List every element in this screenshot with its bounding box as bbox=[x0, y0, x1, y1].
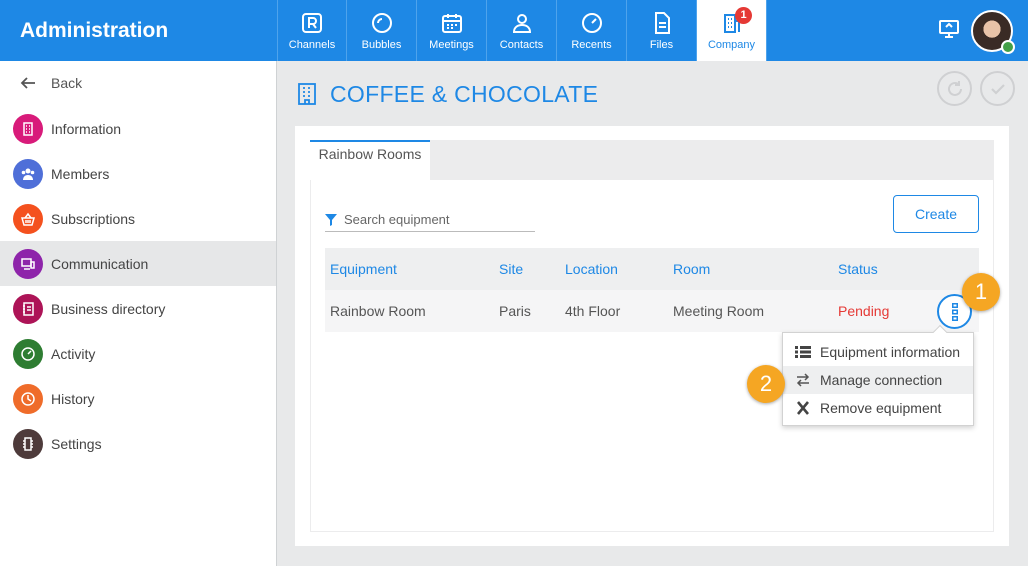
sidebar-item-communication[interactable]: Communication bbox=[0, 241, 276, 286]
menu-item-remove-equipment[interactable]: Remove equipment bbox=[783, 394, 973, 422]
list-icon bbox=[795, 346, 811, 358]
menu-item-label: Remove equipment bbox=[820, 400, 942, 416]
company-building-icon bbox=[298, 83, 316, 105]
refresh-button[interactable] bbox=[937, 71, 972, 106]
sidebar-item-activity[interactable]: Activity bbox=[0, 331, 276, 376]
table-header: Equipment Site Location Room Status bbox=[325, 248, 979, 290]
members-icon bbox=[13, 158, 43, 189]
sidebar-item-label: Subscriptions bbox=[51, 210, 136, 227]
sidebar-item-history[interactable]: History bbox=[0, 376, 276, 421]
content-card: Rainbow Rooms Search equipment Create Eq… bbox=[295, 126, 1009, 546]
contacts-icon bbox=[512, 14, 531, 33]
settings-icon bbox=[13, 428, 43, 459]
tab-rainbow-rooms[interactable]: Rainbow Rooms bbox=[310, 140, 430, 180]
tab-bar: Rainbow Rooms bbox=[310, 140, 994, 180]
channels-icon bbox=[302, 13, 322, 33]
nav-recents[interactable]: Recents bbox=[557, 0, 627, 61]
nav-contacts[interactable]: Contacts bbox=[487, 0, 557, 61]
sidebar-item-label: Business directory bbox=[51, 300, 166, 317]
app-title: Administration bbox=[20, 19, 169, 42]
bubbles-icon bbox=[371, 13, 392, 33]
kebab-menu-icon bbox=[951, 302, 958, 321]
step-callout-1: 1 bbox=[962, 273, 1000, 311]
nav-label: Contacts bbox=[499, 39, 544, 51]
sidebar-item-members[interactable]: Members bbox=[0, 151, 276, 196]
search-equipment-field[interactable]: Search equipment bbox=[325, 208, 535, 232]
page-title: COFFEE & CHOCOLATE bbox=[330, 80, 599, 107]
menu-item-label: Equipment information bbox=[820, 344, 961, 360]
column-location[interactable]: Location bbox=[565, 248, 618, 290]
basket-icon bbox=[13, 203, 43, 234]
sidebar-item-subscriptions[interactable]: Subscriptions bbox=[0, 196, 276, 241]
arrow-left-icon bbox=[20, 77, 35, 89]
sidebar-item-label: Settings bbox=[51, 435, 102, 452]
nav-label: Meetings bbox=[429, 39, 474, 51]
cell-room: Meeting Room bbox=[673, 303, 765, 319]
calendar-icon bbox=[441, 14, 462, 33]
history-clock-icon bbox=[13, 383, 43, 414]
sidebar-item-label: Communication bbox=[51, 255, 149, 272]
swap-arrows-icon bbox=[796, 373, 810, 387]
nav-label: Recents bbox=[571, 39, 612, 51]
filter-icon bbox=[325, 213, 337, 226]
sidebar-item-label: Activity bbox=[51, 345, 96, 362]
user-avatar[interactable] bbox=[971, 10, 1015, 54]
nav-meetings[interactable]: Meetings bbox=[417, 0, 487, 61]
cell-location: 4th Floor bbox=[565, 303, 621, 319]
nav-company[interactable]: Company 1 bbox=[697, 0, 767, 61]
sidebar-item-label: Information bbox=[51, 120, 122, 137]
gauge-icon bbox=[13, 338, 43, 369]
row-actions-menu: Equipment information Manage connection … bbox=[782, 324, 974, 426]
sidebar-item-label: Members bbox=[51, 165, 110, 182]
table-row[interactable]: Rainbow Room Paris 4th Floor Meeting Roo… bbox=[325, 290, 979, 332]
cell-equipment: Rainbow Room bbox=[330, 303, 426, 319]
x-icon bbox=[797, 401, 809, 415]
status-badge: Pending bbox=[838, 303, 890, 319]
menu-item-label: Manage connection bbox=[820, 372, 943, 388]
admin-sidebar: Back Information Members Subscriptions C… bbox=[0, 61, 277, 566]
cell-site: Paris bbox=[499, 303, 531, 319]
sidebar-item-settings[interactable]: Settings bbox=[0, 421, 276, 466]
column-site[interactable]: Site bbox=[499, 248, 523, 290]
back-link[interactable]: Back bbox=[20, 73, 82, 93]
top-header: Administration Channels Bubbles Meetings… bbox=[0, 0, 1028, 61]
sidebar-item-business-directory[interactable]: Business directory bbox=[0, 286, 276, 331]
sidebar-item-information[interactable]: Information bbox=[0, 106, 276, 151]
nav-files[interactable]: Files bbox=[627, 0, 697, 61]
column-status[interactable]: Status bbox=[838, 248, 878, 290]
nav-label: Company bbox=[707, 39, 756, 51]
nav-bubbles[interactable]: Bubbles bbox=[347, 0, 417, 61]
page-header: COFFEE & CHOCOLATE bbox=[296, 80, 598, 108]
nav-label: Files bbox=[649, 39, 674, 51]
refresh-icon bbox=[947, 80, 962, 96]
search-placeholder: Search equipment bbox=[344, 212, 450, 227]
screen-share-icon[interactable] bbox=[938, 19, 960, 39]
main-nav: Channels Bubbles Meetings Contacts Recen… bbox=[277, 0, 767, 61]
confirm-button[interactable] bbox=[980, 71, 1015, 106]
column-room[interactable]: Room bbox=[673, 248, 710, 290]
create-button[interactable]: Create bbox=[893, 195, 979, 233]
column-equipment[interactable]: Equipment bbox=[330, 248, 397, 290]
info-building-icon bbox=[13, 113, 43, 144]
menu-item-equipment-information[interactable]: Equipment information bbox=[783, 338, 973, 366]
notification-badge: 1 bbox=[735, 7, 752, 24]
nav-label: Bubbles bbox=[361, 39, 402, 51]
back-label: Back bbox=[51, 75, 83, 91]
directory-icon bbox=[13, 293, 43, 324]
sidebar-item-label: History bbox=[51, 390, 95, 407]
clock-icon bbox=[581, 13, 602, 33]
devices-icon bbox=[13, 248, 43, 279]
menu-item-manage-connection[interactable]: Manage connection bbox=[783, 366, 973, 394]
nav-channels[interactable]: Channels bbox=[277, 0, 347, 61]
presence-indicator bbox=[1001, 40, 1015, 54]
check-icon bbox=[990, 83, 1005, 95]
step-callout-2: 2 bbox=[747, 365, 785, 403]
file-icon bbox=[654, 12, 670, 34]
nav-label: Channels bbox=[288, 39, 336, 51]
